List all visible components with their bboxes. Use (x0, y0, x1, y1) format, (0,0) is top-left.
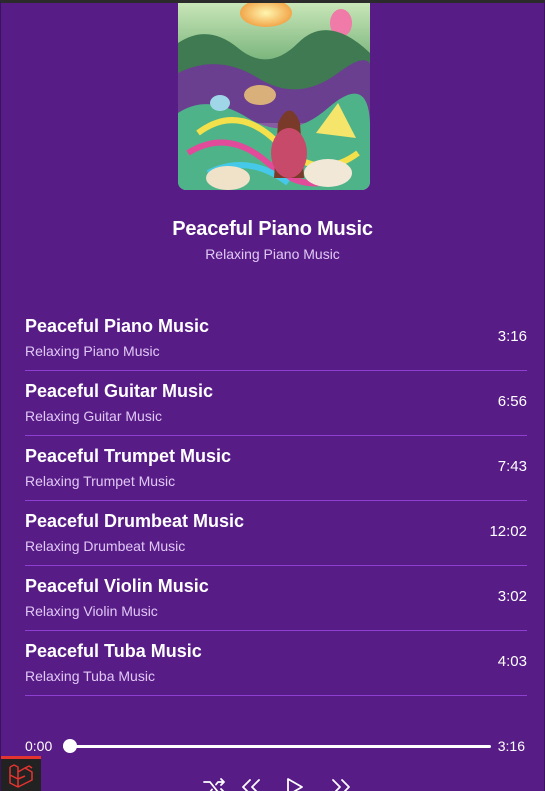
progress-slider[interactable] (63, 739, 491, 753)
track-artist: Relaxing Tuba Music (25, 668, 155, 684)
track-duration: 3:02 (497, 588, 527, 605)
track-row-5[interactable]: Peaceful Violin Music Relaxing Violin Mu… (25, 566, 527, 631)
track-duration: 12:02 (489, 523, 527, 540)
track-row-6[interactable]: Peaceful Tuba Music Relaxing Tuba Music … (25, 631, 527, 696)
next-icon[interactable] (329, 776, 353, 791)
track-row-4[interactable]: Peaceful Drumbeat Music Relaxing Drumbea… (25, 501, 527, 566)
previous-icon[interactable] (239, 776, 263, 791)
track-artist: Relaxing Drumbeat Music (25, 538, 186, 554)
track-artist: Relaxing Violin Music (25, 603, 158, 619)
now-playing-artist: Relaxing Piano Music (205, 246, 340, 262)
shuffle-icon[interactable] (202, 776, 226, 791)
track-duration: 3:16 (497, 328, 527, 345)
track-artist: Relaxing Guitar Music (25, 408, 162, 424)
track-title: Peaceful Trumpet Music (25, 446, 232, 466)
track-list: Peaceful Piano Music Relaxing Piano Musi… (25, 306, 527, 696)
now-playing-title: Peaceful Piano Music (172, 218, 373, 240)
track-row-2[interactable]: Peaceful Guitar Music Relaxing Guitar Mu… (25, 371, 527, 436)
track-title: Peaceful Violin Music (25, 576, 209, 596)
track-artist: Relaxing Trumpet Music (25, 473, 176, 489)
play-icon[interactable] (283, 776, 307, 791)
music-player-app: Peaceful Piano Music Relaxing Piano Musi… (0, 0, 545, 791)
current-time: 0:00 (25, 738, 53, 754)
track-title: Peaceful Piano Music (25, 316, 210, 336)
total-time: 3:16 (497, 738, 525, 754)
progress-thumb[interactable] (63, 739, 77, 753)
track-duration: 6:56 (497, 393, 527, 410)
track-title: Peaceful Drumbeat Music (25, 511, 245, 531)
track-duration: 4:03 (497, 653, 527, 670)
laravel-logo-icon[interactable] (1, 756, 41, 791)
track-row-3[interactable]: Peaceful Trumpet Music Relaxing Trumpet … (25, 436, 527, 501)
track-artist: Relaxing Piano Music (25, 343, 160, 359)
track-title: Peaceful Guitar Music (25, 381, 214, 401)
track-row-1[interactable]: Peaceful Piano Music Relaxing Piano Musi… (25, 306, 527, 371)
playback-controls (1, 776, 544, 791)
track-duration: 7:43 (497, 458, 527, 475)
album-cover-art (178, 3, 370, 190)
track-title: Peaceful Tuba Music (25, 641, 202, 661)
